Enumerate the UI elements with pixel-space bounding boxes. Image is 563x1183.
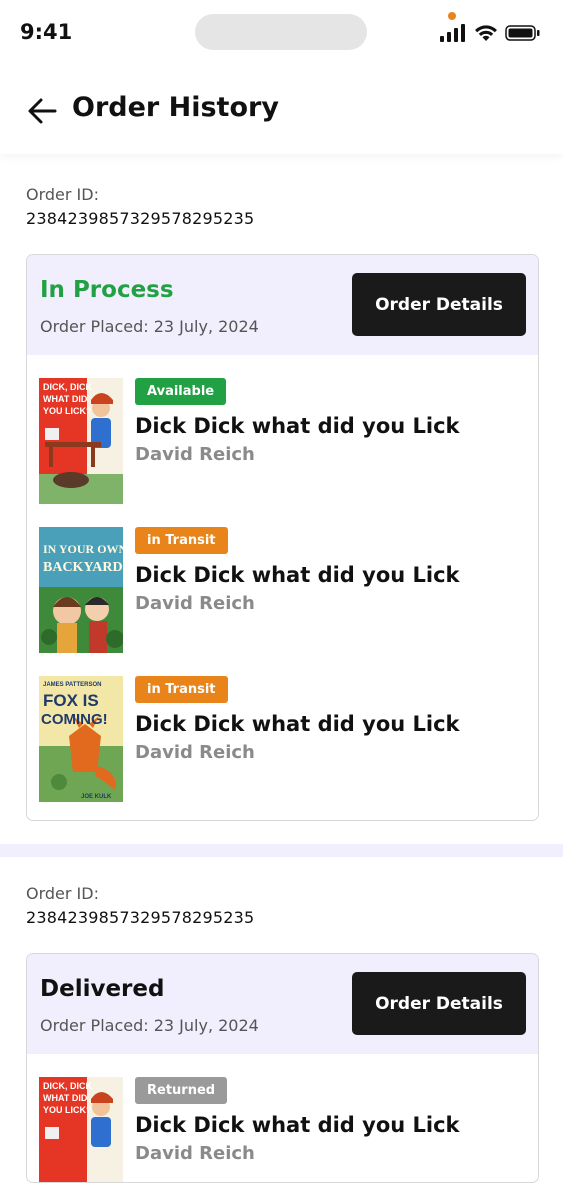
cover-author-text: JAMES PATTERSON: [43, 682, 101, 688]
order-item[interactable]: DICK, DICK WHAT DID YOU LICK? Returned D…: [39, 1077, 529, 1182]
order-status: In Process: [40, 277, 174, 303]
svg-text:YOU LICK?: YOU LICK?: [43, 406, 92, 416]
availability-badge: Returned: [135, 1077, 228, 1104]
wifi-icon: [475, 25, 497, 41]
order-card-header: Delivered Order Placed: 23 July, 2024 Or…: [27, 954, 538, 1054]
back-arrow-icon[interactable]: [26, 95, 58, 127]
availability-badge: in Transit: [135, 527, 228, 554]
page-title: Order History: [72, 92, 279, 123]
svg-text:JOE KULK: JOE KULK: [81, 794, 112, 800]
order-card: Delivered Order Placed: 23 July, 2024 Or…: [26, 953, 539, 1183]
cover-title-text: DICK, DICK: [43, 1081, 92, 1091]
order-item[interactable]: DICK, DICK WHAT DID YOU LICK? Available …: [39, 378, 529, 504]
order-item[interactable]: IN YOUR OWN BACKYARD in Transit Dick Dic…: [39, 527, 529, 653]
order-placed-date: Order Placed: 23 July, 2024: [40, 317, 259, 336]
order-placed-date: Order Placed: 23 July, 2024: [40, 1016, 259, 1035]
privacy-indicator-dot: [448, 12, 456, 20]
order-details-button[interactable]: Order Details: [352, 972, 526, 1035]
book-cover-image: JAMES PATTERSON FOX IS COMING! JOE KULK: [39, 676, 123, 802]
book-author: David Reich: [135, 742, 255, 763]
section-divider: [0, 844, 563, 857]
order-id-label: Order ID:: [26, 884, 99, 903]
book-author: David Reich: [135, 593, 255, 614]
order-status: Delivered: [40, 976, 165, 1002]
book-title: Dick Dick what did you Lick: [135, 563, 460, 587]
book-title: Dick Dick what did you Lick: [135, 712, 460, 736]
book-author: David Reich: [135, 444, 255, 465]
cover-title-text: IN YOUR OWN: [43, 542, 123, 556]
order-card-header: In Process Order Placed: 23 July, 2024 O…: [27, 255, 538, 355]
order-card: In Process Order Placed: 23 July, 2024 O…: [26, 254, 539, 821]
availability-badge: Available: [135, 378, 227, 405]
order-id-value: 23842398573295782952​35: [26, 908, 255, 927]
status-bar: 9:41: [0, 0, 563, 68]
availability-badge: in Transit: [135, 676, 228, 703]
dynamic-island: [195, 14, 367, 50]
order-item[interactable]: JAMES PATTERSON FOX IS COMING! JOE KULK …: [39, 676, 529, 802]
book-cover-image: DICK, DICK WHAT DID YOU LICK?: [39, 1077, 123, 1182]
cover-title-text: DICK, DICK: [43, 382, 92, 392]
svg-text:WHAT DID: WHAT DID: [43, 1093, 88, 1103]
book-title: Dick Dick what did you Lick: [135, 414, 460, 438]
book-cover-image: IN YOUR OWN BACKYARD: [39, 527, 123, 653]
battery-icon: [505, 25, 540, 41]
book-cover-image: DICK, DICK WHAT DID YOU LICK?: [39, 378, 123, 504]
app-header: Order History: [0, 68, 563, 154]
order-id-label: Order ID:: [26, 185, 99, 204]
status-time: 9:41: [20, 20, 73, 44]
svg-text:WHAT DID: WHAT DID: [43, 394, 88, 404]
book-title: Dick Dick what did you Lick: [135, 1113, 460, 1137]
order-id-value: 23842398573295782952​35: [26, 209, 255, 228]
svg-text:COMING!: COMING!: [41, 711, 108, 728]
svg-text:BACKYARD: BACKYARD: [43, 560, 123, 575]
cover-title-text: FOX IS: [43, 691, 99, 710]
svg-text:YOU LICK?: YOU LICK?: [43, 1105, 92, 1115]
signal-icon: [440, 24, 465, 42]
order-details-button[interactable]: Order Details: [352, 273, 526, 336]
